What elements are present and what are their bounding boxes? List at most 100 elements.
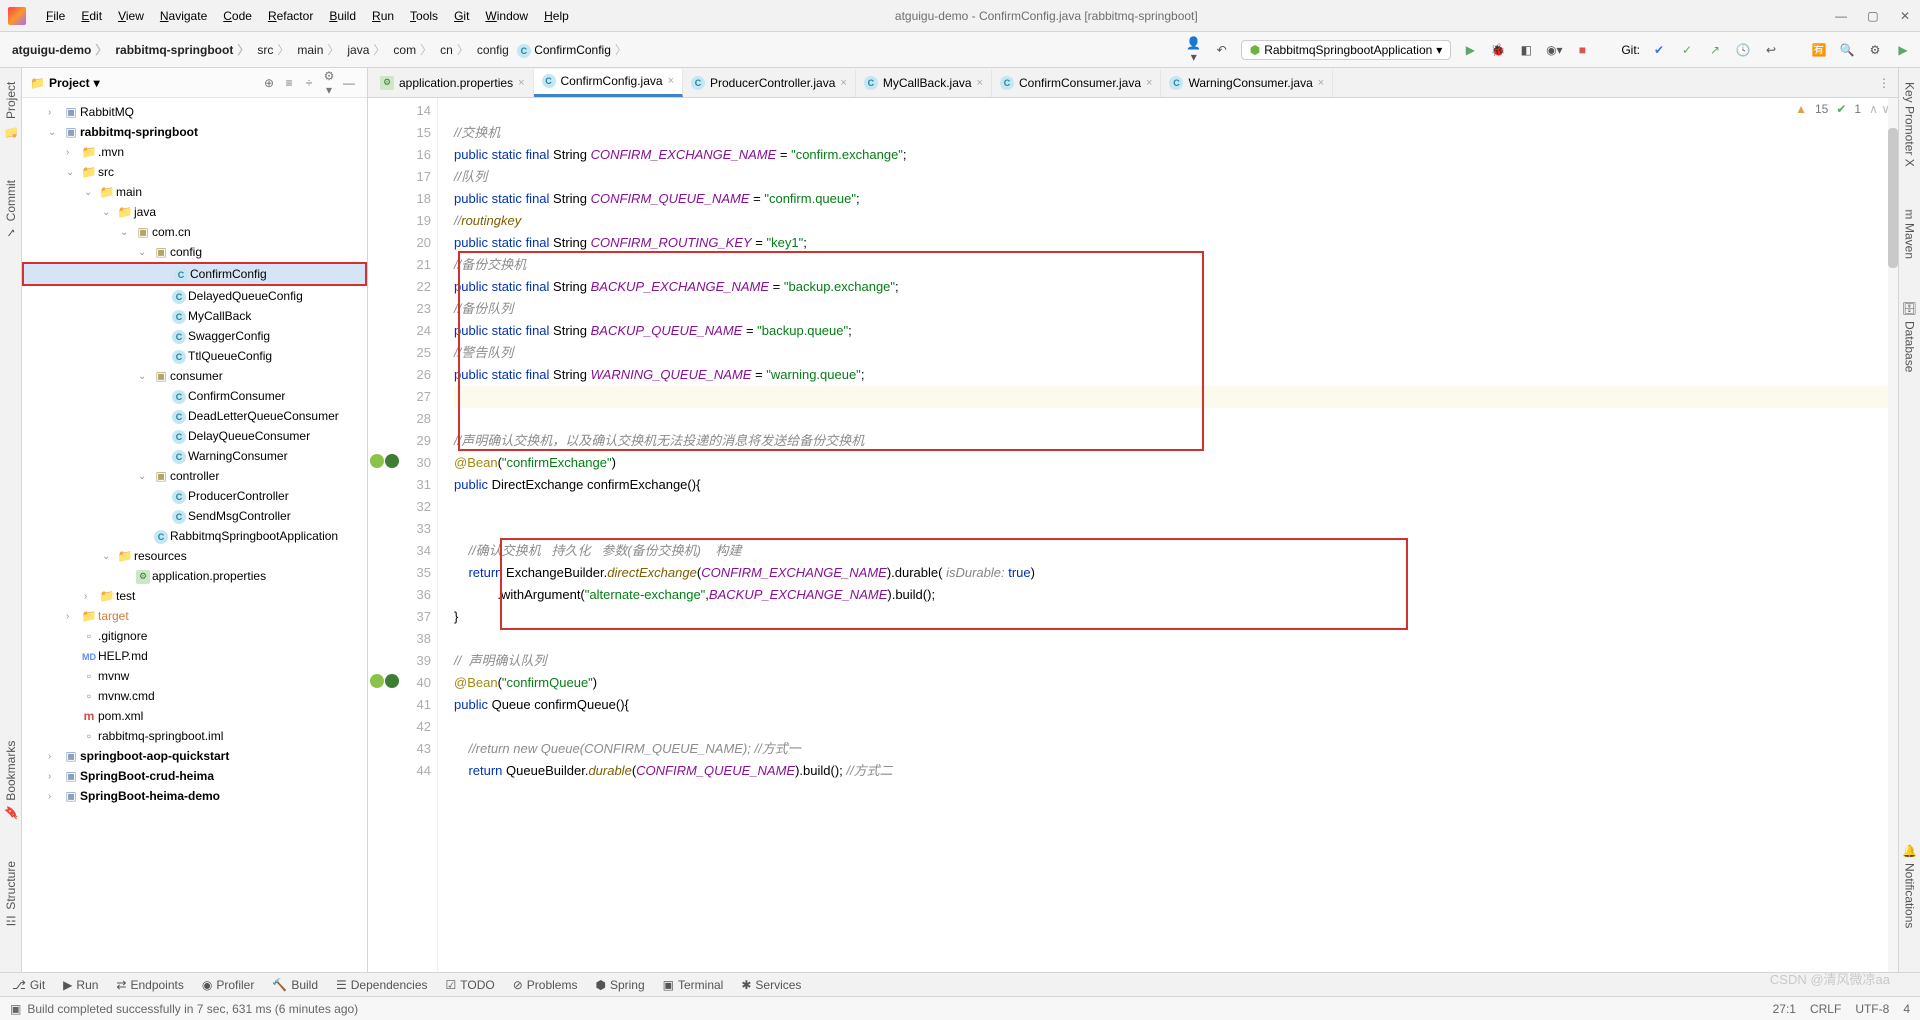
- tree-node[interactable]: ⌄📁 main: [22, 182, 367, 202]
- close-icon[interactable]: ×: [1146, 77, 1152, 89]
- code-line[interactable]: //交换机: [454, 122, 1898, 144]
- editor-tab[interactable]: ⚙ application.properties ×: [372, 69, 534, 97]
- gutter-line[interactable]: 44: [368, 760, 431, 782]
- editor-tab[interactable]: C ConfirmConsumer.java ×: [992, 69, 1161, 97]
- tree-node[interactable]: C RabbitmqSpringbootApplication: [22, 526, 367, 546]
- run-config-selector[interactable]: ⬢ RabbitmqSpringbootApplication▾: [1241, 40, 1452, 60]
- tree-node[interactable]: ›▣ SpringBoot-heima-demo: [22, 786, 367, 806]
- menu-code[interactable]: Code: [215, 9, 260, 23]
- commit-button[interactable]: ✓: [1678, 43, 1696, 57]
- gutter-line[interactable]: 23: [368, 298, 431, 320]
- side-database[interactable]: 🗄 Database: [1903, 295, 1917, 378]
- translate-button[interactable]: 🈶: [1810, 43, 1828, 57]
- code-line[interactable]: [454, 628, 1898, 650]
- gutter-line[interactable]: 18: [368, 188, 431, 210]
- breadcrumb[interactable]: rabbitmq-springboot: [111, 41, 253, 58]
- editor-tab[interactable]: C WarningConsumer.java ×: [1161, 69, 1333, 97]
- tree-node[interactable]: m pom.xml: [22, 706, 367, 726]
- code-line[interactable]: //return new Queue(CONFIRM_QUEUE_NAME); …: [454, 738, 1898, 760]
- bottom-tab-git[interactable]: ⎇ Git: [12, 978, 45, 992]
- breadcrumb[interactable]: config: [473, 43, 513, 57]
- code-line[interactable]: [454, 518, 1898, 540]
- gutter-line[interactable]: 32: [368, 496, 431, 518]
- gutter-line[interactable]: 22: [368, 276, 431, 298]
- gutter-line[interactable]: 15: [368, 122, 431, 144]
- bottom-tab-run[interactable]: ▶ Run: [63, 978, 98, 992]
- editor-tab[interactable]: C ConfirmConfig.java ×: [534, 69, 683, 97]
- code-line[interactable]: //routingkey: [454, 210, 1898, 232]
- locate-icon[interactable]: ⊕: [259, 76, 279, 90]
- bottom-tab-todo[interactable]: ☑ TODO: [446, 978, 495, 992]
- hide-icon[interactable]: —: [339, 76, 359, 90]
- side-project[interactable]: 📁 Project: [4, 76, 18, 144]
- side-structure[interactable]: ☲ Structure: [4, 855, 18, 934]
- gutter-line[interactable]: 20: [368, 232, 431, 254]
- gutter-line[interactable]: 28: [368, 408, 431, 430]
- settings-icon[interactable]: ⚙ ▾: [319, 69, 339, 97]
- breadcrumb[interactable]: atguigu-demo: [8, 41, 111, 58]
- menu-tools[interactable]: Tools: [402, 9, 446, 23]
- bottom-tab-spring[interactable]: ⬢ Spring: [595, 978, 644, 992]
- tree-node[interactable]: C ConfirmConsumer: [22, 386, 367, 406]
- gutter-line[interactable]: 26: [368, 364, 431, 386]
- code-line[interactable]: public static final String CONFIRM_QUEUE…: [454, 188, 1898, 210]
- tree-node[interactable]: ▫ mvnw: [22, 666, 367, 686]
- code-line[interactable]: [454, 100, 1898, 122]
- tree-title[interactable]: 📁 Project ▾: [30, 76, 100, 90]
- status-icon[interactable]: ▣: [10, 1002, 21, 1016]
- tabs-more[interactable]: ⋮: [1878, 76, 1890, 90]
- code-line[interactable]: [454, 496, 1898, 518]
- tree-node[interactable]: C MyCallBack: [22, 306, 367, 326]
- caret-pos[interactable]: 27:1: [1773, 1002, 1796, 1016]
- project-tree[interactable]: ›▣ RabbitMQ⌄▣ rabbitmq-springboot›📁 .mvn…: [22, 98, 367, 972]
- gutter-line[interactable]: 14: [368, 100, 431, 122]
- close-icon[interactable]: ×: [1318, 77, 1324, 89]
- tree-node[interactable]: ⌄▣ com.cn: [22, 222, 367, 242]
- code-line[interactable]: public DirectExchange confirmExchange(){: [454, 474, 1898, 496]
- gutter-line[interactable]: 31: [368, 474, 431, 496]
- tree-node[interactable]: C WarningConsumer: [22, 446, 367, 466]
- code-line[interactable]: return QueueBuilder.durable(CONFIRM_QUEU…: [454, 760, 1898, 782]
- run-button[interactable]: ▶: [1461, 43, 1479, 57]
- side-notifications[interactable]: 🔔 Notifications: [1903, 838, 1917, 934]
- settings-button[interactable]: ⚙: [1866, 43, 1884, 57]
- menu-edit[interactable]: Edit: [73, 9, 110, 23]
- code-line[interactable]: public static final String CONFIRM_EXCHA…: [454, 144, 1898, 166]
- tree-node[interactable]: C DelayedQueueConfig: [22, 286, 367, 306]
- code-line[interactable]: public Queue confirmQueue(){: [454, 694, 1898, 716]
- run-anything-button[interactable]: ▶: [1894, 43, 1912, 57]
- push-button[interactable]: ↗: [1706, 43, 1724, 57]
- gutter-line[interactable]: 29: [368, 430, 431, 452]
- history-button[interactable]: 🕓: [1734, 43, 1752, 57]
- bottom-tab-dependencies[interactable]: ☰ Dependencies: [336, 978, 428, 992]
- stop-button[interactable]: ■: [1573, 43, 1591, 57]
- tree-node[interactable]: ›📁 target: [22, 606, 367, 626]
- user-icon[interactable]: 👤▾: [1185, 36, 1203, 64]
- back-button[interactable]: ↶: [1213, 43, 1231, 57]
- tree-node[interactable]: C ConfirmConfig: [22, 262, 367, 286]
- tree-node[interactable]: ›▣ springboot-aop-quickstart: [22, 746, 367, 766]
- gutter-line[interactable]: 38: [368, 628, 431, 650]
- bottom-tab-terminal[interactable]: ▣ Terminal: [663, 978, 724, 992]
- code-line[interactable]: //队列: [454, 166, 1898, 188]
- gutter-line[interactable]: 19: [368, 210, 431, 232]
- tree-node[interactable]: C ProducerController: [22, 486, 367, 506]
- tree-node[interactable]: ›▣ RabbitMQ: [22, 102, 367, 122]
- tree-node[interactable]: C DelayQueueConsumer: [22, 426, 367, 446]
- breadcrumb[interactable]: com: [389, 41, 436, 58]
- bottom-tab-build[interactable]: 🔨 Build: [272, 978, 318, 992]
- tree-node[interactable]: ▫ rabbitmq-springboot.iml: [22, 726, 367, 746]
- menu-git[interactable]: Git: [446, 9, 477, 23]
- tree-node[interactable]: C SwaggerConfig: [22, 326, 367, 346]
- tree-node[interactable]: C TtlQueueConfig: [22, 346, 367, 366]
- code-line[interactable]: [454, 716, 1898, 738]
- tree-node[interactable]: ⌄▣ config: [22, 242, 367, 262]
- menu-file[interactable]: File: [38, 9, 73, 23]
- breadcrumb[interactable]: java: [343, 41, 389, 58]
- profile-button[interactable]: ◉▾: [1545, 43, 1563, 57]
- encoding[interactable]: UTF-8: [1855, 1002, 1889, 1016]
- code-editor[interactable]: 1415161718192021222324252627282930313233…: [368, 98, 1898, 972]
- tree-node[interactable]: ▫ .gitignore: [22, 626, 367, 646]
- tree-node[interactable]: ›▣ SpringBoot-crud-heima: [22, 766, 367, 786]
- minimize-button[interactable]: —: [1834, 9, 1848, 23]
